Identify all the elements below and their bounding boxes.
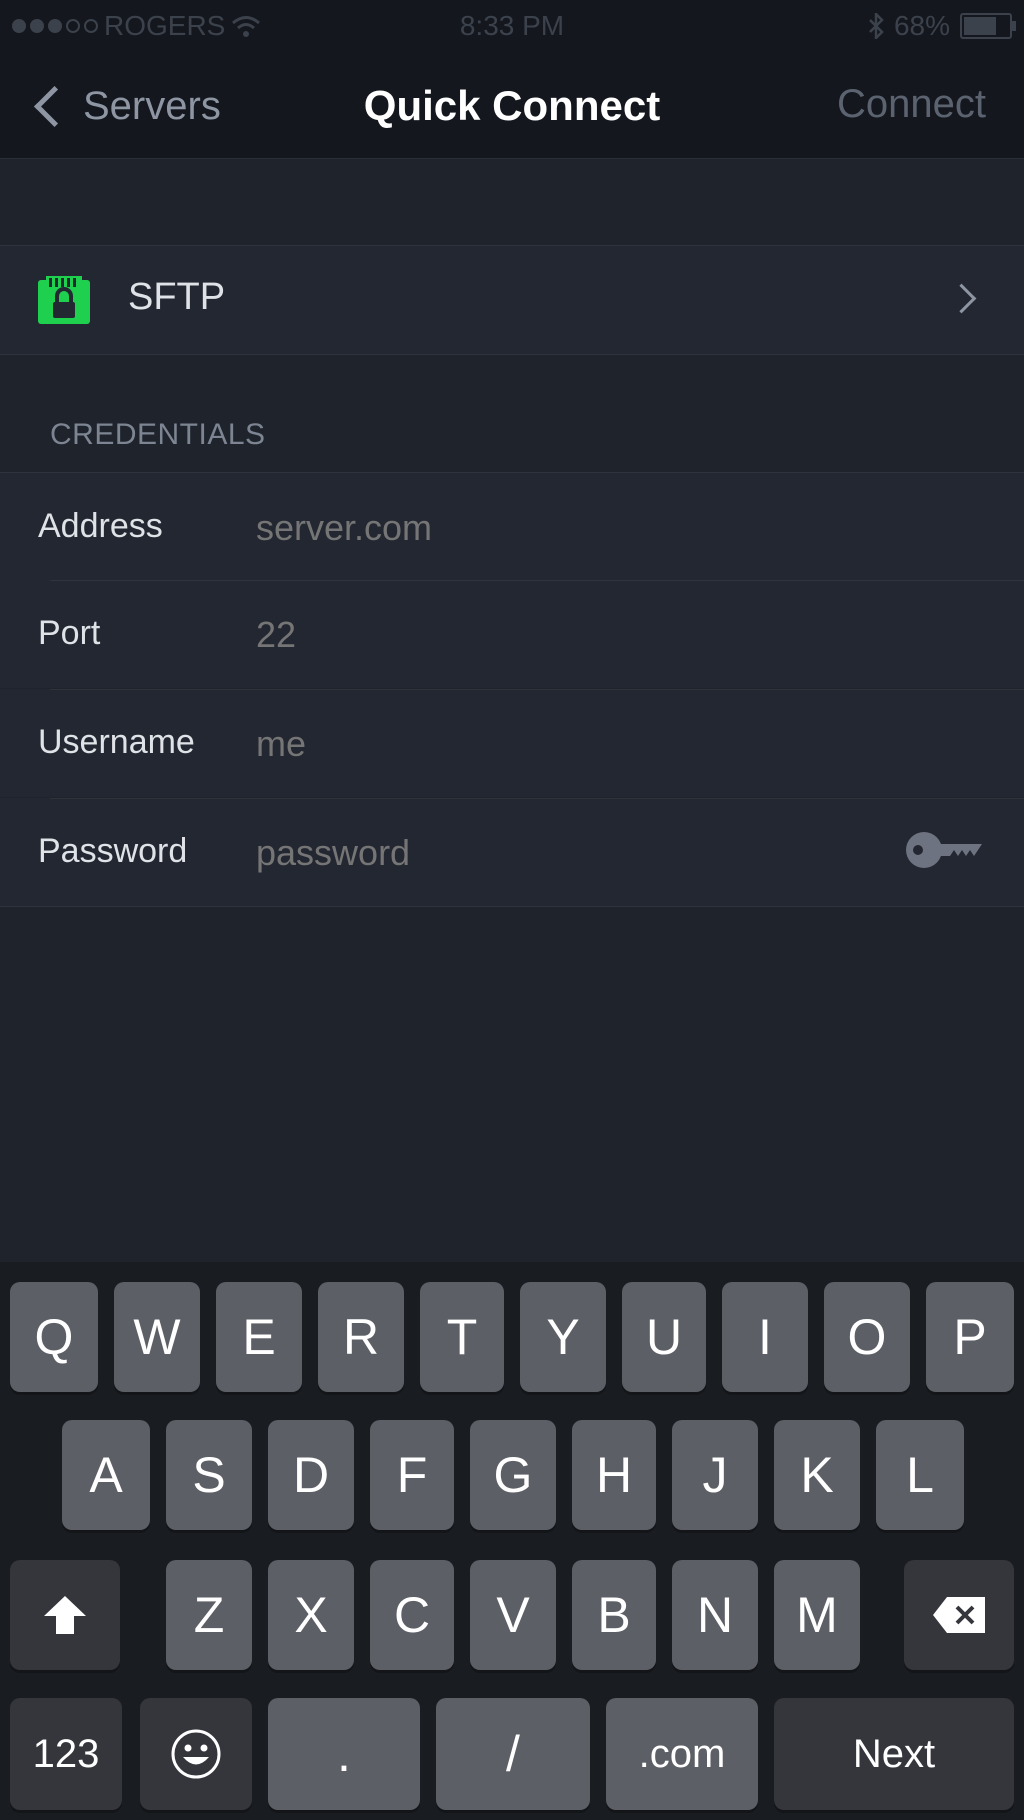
emoji-key[interactable] bbox=[140, 1698, 252, 1810]
key-icon[interactable] bbox=[904, 828, 984, 872]
key-a[interactable]: A bbox=[62, 1420, 150, 1530]
key-t[interactable]: T bbox=[420, 1282, 504, 1392]
key-d[interactable]: D bbox=[268, 1420, 354, 1530]
password-row: Password bbox=[0, 798, 1024, 907]
dotcom-key[interactable]: .com bbox=[606, 1698, 758, 1810]
connect-button[interactable]: Connect bbox=[837, 82, 986, 127]
credentials-section-title: CREDENTIALS bbox=[50, 418, 266, 451]
address-label: Address bbox=[38, 507, 163, 545]
key-e[interactable]: E bbox=[216, 1282, 302, 1392]
battery-percent: 68% bbox=[893, 10, 950, 41]
key-p[interactable]: P bbox=[926, 1282, 1014, 1392]
key-w[interactable]: W bbox=[114, 1282, 200, 1392]
numbers-key[interactable]: 123 bbox=[10, 1698, 122, 1810]
key-y[interactable]: Y bbox=[520, 1282, 606, 1392]
key-i[interactable]: I bbox=[722, 1282, 808, 1392]
slash-key[interactable]: / bbox=[436, 1698, 590, 1810]
username-row: Username bbox=[0, 689, 1024, 797]
key-h[interactable]: H bbox=[572, 1420, 656, 1530]
protocol-row[interactable]: SFTP bbox=[0, 245, 1024, 355]
key-o[interactable]: O bbox=[824, 1282, 910, 1392]
address-row: Address bbox=[0, 472, 1024, 581]
chevron-right-icon bbox=[946, 283, 977, 314]
key-r[interactable]: R bbox=[318, 1282, 404, 1392]
next-key[interactable]: Next bbox=[774, 1698, 1014, 1810]
key-k[interactable]: K bbox=[774, 1420, 860, 1530]
address-input[interactable] bbox=[256, 507, 876, 549]
delete-key[interactable] bbox=[904, 1560, 1014, 1670]
key-j[interactable]: J bbox=[672, 1420, 758, 1530]
status-bar: ROGERS 8:33 PM 68% bbox=[0, 0, 1024, 52]
key-l[interactable]: L bbox=[876, 1420, 964, 1530]
key-c[interactable]: C bbox=[370, 1560, 454, 1670]
key-u[interactable]: U bbox=[622, 1282, 706, 1392]
bluetooth-icon bbox=[869, 13, 884, 39]
username-label: Username bbox=[38, 723, 195, 761]
shift-key[interactable] bbox=[10, 1560, 120, 1670]
battery-icon bbox=[960, 13, 1016, 39]
key-v[interactable]: V bbox=[470, 1560, 556, 1670]
key-z[interactable]: Z bbox=[166, 1560, 252, 1670]
sftp-lock-icon bbox=[38, 276, 90, 324]
key-q[interactable]: Q bbox=[10, 1282, 98, 1392]
password-label: Password bbox=[38, 832, 188, 870]
key-s[interactable]: S bbox=[166, 1420, 252, 1530]
key-b[interactable]: B bbox=[572, 1560, 656, 1670]
status-right: 68% bbox=[868, 10, 1016, 42]
username-input[interactable] bbox=[256, 723, 876, 765]
key-x[interactable]: X bbox=[268, 1560, 354, 1670]
navigation-bar: Servers Quick Connect Connect bbox=[0, 52, 1024, 159]
key-n[interactable]: N bbox=[672, 1560, 758, 1670]
key-m[interactable]: M bbox=[774, 1560, 860, 1670]
emoji-smiley-icon bbox=[171, 1729, 221, 1779]
key-g[interactable]: G bbox=[470, 1420, 556, 1530]
period-key[interactable]: . bbox=[268, 1698, 420, 1810]
port-input[interactable] bbox=[256, 614, 876, 656]
port-row: Port bbox=[0, 580, 1024, 688]
backspace-icon bbox=[933, 1597, 985, 1633]
keyboard: Q W E R T Y U I O P A S D F G H J K L Z … bbox=[0, 1262, 1024, 1820]
password-input[interactable] bbox=[256, 832, 776, 874]
port-label: Port bbox=[38, 614, 101, 652]
shift-arrow-icon bbox=[44, 1596, 86, 1634]
protocol-label: SFTP bbox=[128, 276, 226, 318]
key-f[interactable]: F bbox=[370, 1420, 454, 1530]
